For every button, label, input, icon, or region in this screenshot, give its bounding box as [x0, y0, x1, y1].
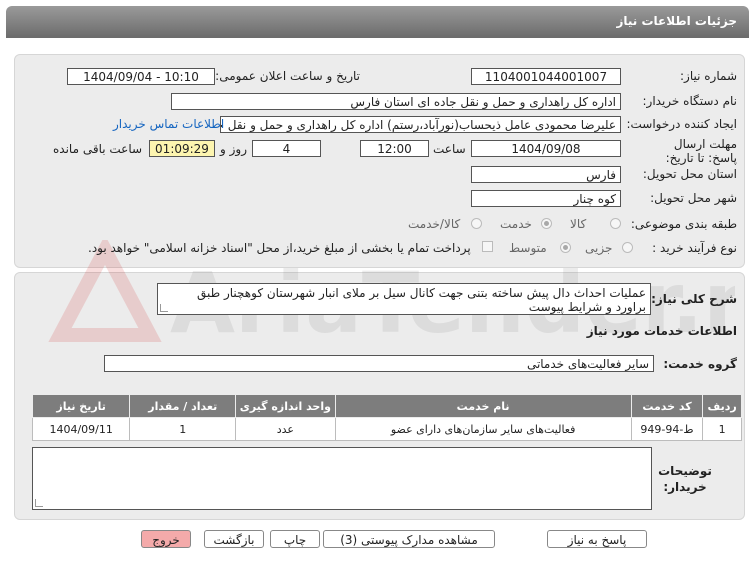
deadline-time-label: ساعت	[433, 142, 466, 156]
remaining-time-field: 01:09:29	[149, 140, 215, 157]
remaining-time-label: ساعت باقی مانده	[53, 142, 143, 156]
deadline-time-field: 12:00	[360, 140, 429, 157]
category-radio-goods-service[interactable]	[471, 218, 482, 229]
treasury-payment-note: پرداخت تمام یا بخشی از مبلغ خرید،از محل …	[88, 241, 471, 255]
category-option-goods: کالا	[570, 217, 587, 231]
treasury-payment-checkbox[interactable]	[482, 241, 493, 252]
announce-date-field: 1404/09/04 - 10:10	[67, 68, 215, 85]
col-service-name: نام خدمت	[334, 394, 632, 418]
buyer-org-label: نام دستگاه خریدار:	[642, 94, 738, 108]
exit-button[interactable]: خروج	[141, 530, 191, 548]
province-field: فارس	[471, 166, 621, 183]
back-button[interactable]: بازگشت	[204, 530, 264, 548]
category-option-goods-service: کالا/خدمت	[408, 217, 461, 231]
process-label: نوع فرآیند خرید :	[652, 241, 737, 255]
cell-quantity: 1	[129, 417, 237, 441]
cell-service-code: ط-94-949	[630, 417, 704, 441]
process-radio-medium[interactable]	[560, 242, 571, 253]
description-label: شرح کلی نیاز:	[651, 292, 737, 306]
buyer-notes-textarea[interactable]	[32, 447, 652, 510]
services-heading: اطلاعات خدمات مورد نیاز	[586, 324, 737, 338]
cell-service-name: فعالیت‌های سایر سازمان‌های دارای عضو	[334, 417, 632, 441]
need-number-field: 1104001044001007	[471, 68, 621, 85]
category-radio-service[interactable]	[541, 218, 552, 229]
col-need-date: تاریخ نیاز	[31, 394, 131, 418]
buyer-org-field: اداره کل راهداری و حمل و نقل جاده ای است…	[171, 93, 621, 110]
table-header-row: ردیف کد خدمت نام خدمت واحد اندازه گیری ت…	[31, 394, 742, 418]
category-radio-goods[interactable]	[610, 218, 621, 229]
description-textarea[interactable]: عملیات احداث دال پیش ساخته بتنی جهت کانا…	[157, 283, 651, 315]
process-option-minor: جزیی	[585, 241, 613, 255]
remaining-days-field: 4	[252, 140, 321, 157]
buyer-notes-label: توضیحات خریدار:	[658, 464, 712, 494]
category-option-service: خدمت	[500, 217, 532, 231]
buyer-contact-link[interactable]: اطلاعات تماس خریدار	[113, 117, 224, 131]
col-service-code: کد خدمت	[630, 394, 704, 418]
col-unit: واحد اندازه گیری	[235, 394, 336, 418]
creator-label: ایجاد کننده درخواست:	[626, 117, 737, 131]
remaining-days-label: روز و	[220, 142, 247, 156]
announce-date-label: تاریخ و ساعت اعلان عمومی:	[215, 69, 360, 83]
province-label: استان محل تحویل:	[642, 167, 737, 181]
need-number-label: شماره نیاز:	[680, 69, 737, 83]
process-option-medium: متوسط	[509, 241, 547, 255]
table-row: 1 ط-94-949 فعالیت‌های سایر سازمان‌های دا…	[31, 417, 742, 441]
process-radio-minor[interactable]	[622, 242, 633, 253]
creator-field: علیرضا محمودی عامل ذیحساب(نورآباد،رستم) …	[220, 116, 621, 133]
deadline-label: مهلت ارسال پاسخ: تا تاریخ:	[665, 137, 737, 165]
print-button[interactable]: چاپ	[270, 530, 320, 548]
deadline-date-field: 1404/09/08	[471, 140, 621, 157]
description-text: عملیات احداث دال پیش ساخته بتنی جهت کانا…	[196, 286, 646, 314]
col-quantity: تعداد / مقدار	[129, 394, 237, 418]
service-group-label: گروه خدمت:	[663, 357, 737, 371]
need-info-panel	[14, 54, 745, 268]
page-title: جزئیات اطلاعات نیاز	[616, 14, 737, 28]
cell-unit: عدد	[235, 417, 336, 441]
city-field: کوه چنار	[471, 190, 621, 207]
col-row-number: ردیف	[702, 394, 742, 418]
reply-button[interactable]: پاسخ به نیاز	[547, 530, 647, 548]
cell-need-date: 1404/09/11	[31, 417, 131, 441]
view-attachments-button[interactable]: مشاهده مدارک پیوستی (3)	[323, 530, 495, 548]
city-label: شهر محل تحویل:	[650, 191, 737, 205]
services-table: ردیف کد خدمت نام خدمت واحد اندازه گیری ت…	[31, 394, 742, 441]
service-group-field: سایر فعالیت‌های خدماتی	[104, 355, 654, 372]
page-header: جزئیات اطلاعات نیاز	[6, 6, 749, 38]
cell-row-number: 1	[702, 417, 742, 441]
category-label: طبقه بندی موضوعی:	[630, 217, 737, 231]
